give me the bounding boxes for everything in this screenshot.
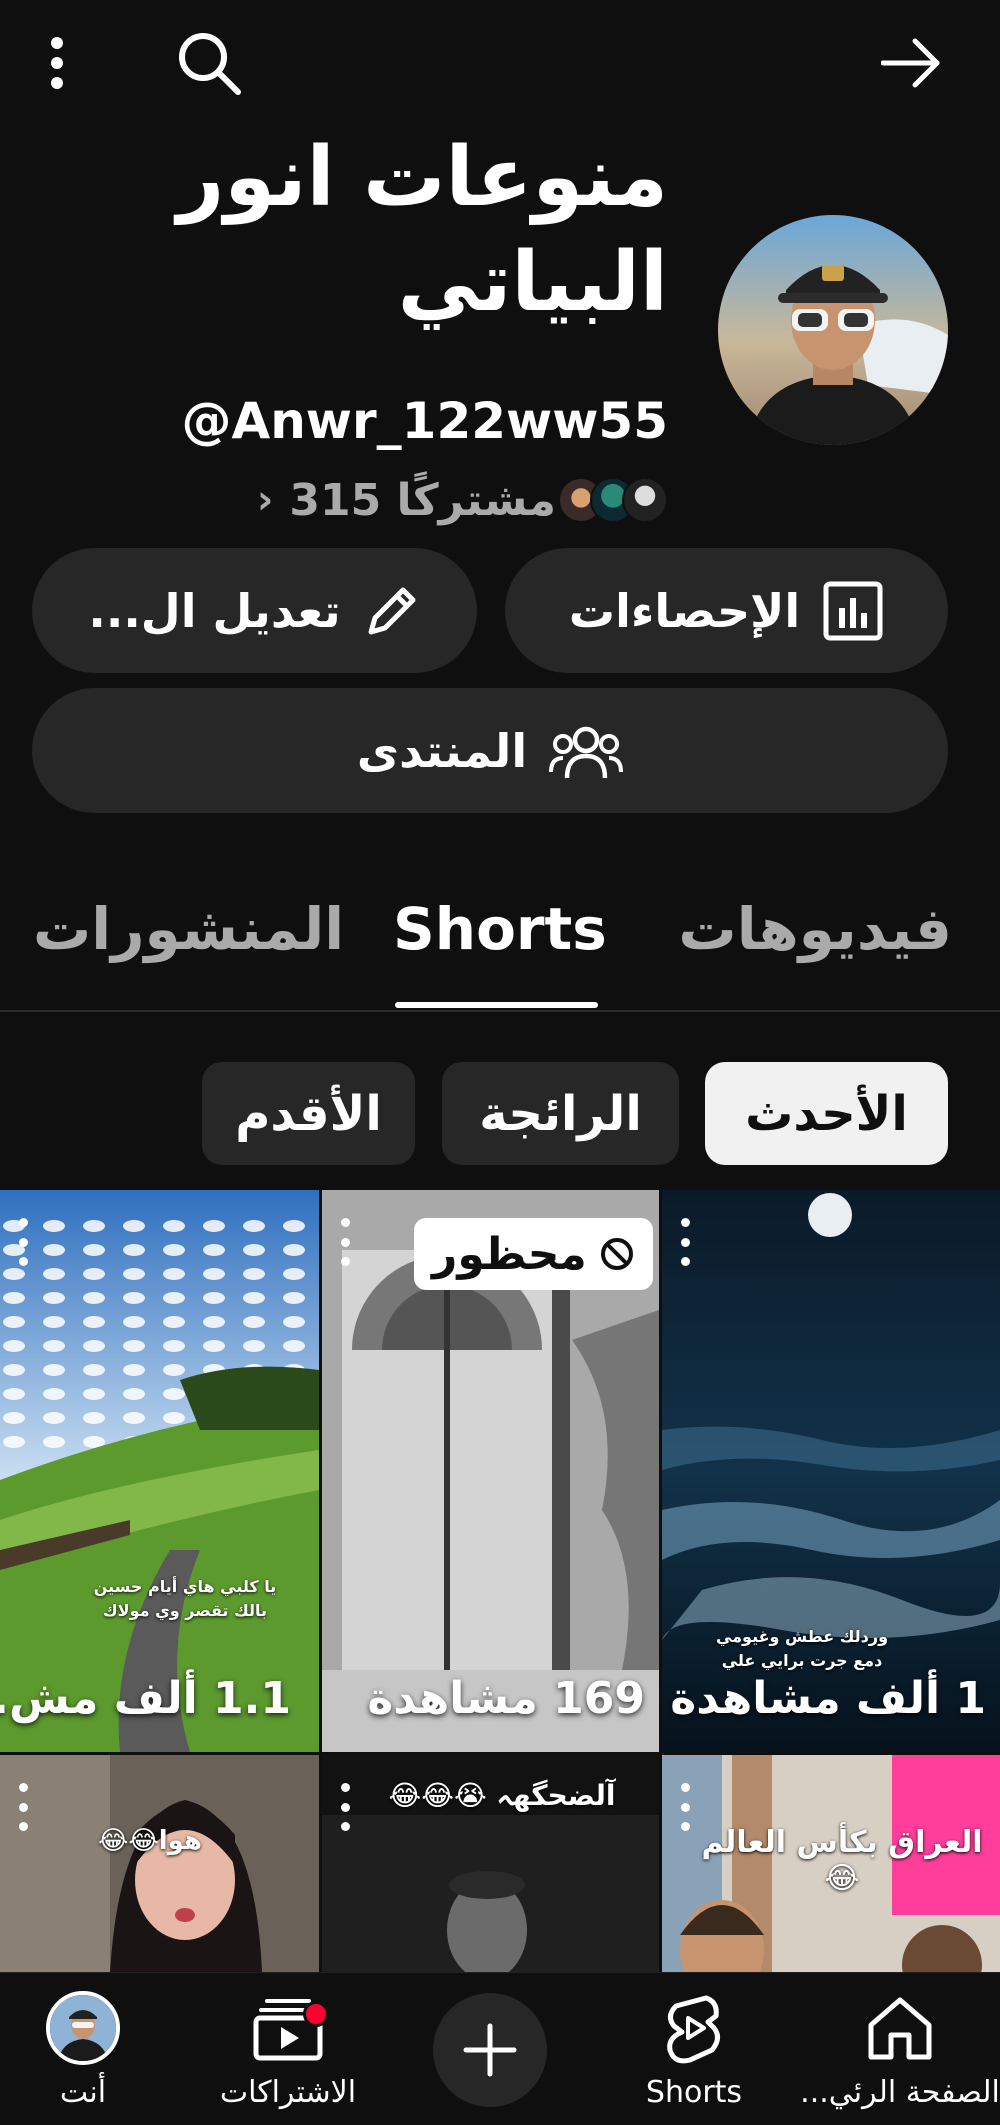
chip-popular[interactable]: الرائجة xyxy=(442,1062,679,1165)
short-more-button[interactable] xyxy=(8,1212,38,1272)
short-caption: آلضحگهہ 😭😂😂 xyxy=(388,1779,616,1812)
subscribers-row[interactable]: 315 مشتركًا › xyxy=(257,470,668,530)
chip-latest[interactable]: الأحدث xyxy=(705,1062,948,1165)
blocked-icon xyxy=(600,1238,633,1270)
nav-shorts[interactable]: Shorts xyxy=(594,1973,794,2125)
short-caption: هوا😂😂 xyxy=(98,1826,202,1856)
search-icon xyxy=(179,33,241,95)
community-button[interactable]: المنتدى xyxy=(32,688,948,813)
subscriber-avatar xyxy=(622,477,668,523)
short-views: 1.1 ألف مش... xyxy=(0,1673,291,1724)
channel-name-line1: منوعات انور xyxy=(177,130,668,225)
short-more-button[interactable] xyxy=(670,1212,700,1272)
channel-avatar[interactable] xyxy=(718,215,948,445)
nav-home[interactable]: الصفحة الرئي... xyxy=(800,1973,1000,2125)
nav-subscriptions[interactable]: الاشتراكات xyxy=(188,1973,388,2125)
tab-shorts[interactable]: Shorts xyxy=(393,895,607,975)
people-icon xyxy=(549,726,624,778)
channel-handle: @Anwr_122ww55 xyxy=(181,392,668,450)
tab-videos[interactable]: فيديوهات xyxy=(678,895,952,975)
chevron-right-icon: › xyxy=(256,477,274,523)
channel-name: منوعات انور البياتي xyxy=(108,125,668,335)
bottom-navigation: الصفحة الرئي... Shorts الاشتراكات أنت xyxy=(0,1972,1000,2125)
more-options-button[interactable] xyxy=(22,28,92,98)
short-caption: وردلك عطش وغيومي دمع جرت برايي علي xyxy=(715,1627,889,1670)
short-tile[interactable]: العراق بكأس العالم 😂 xyxy=(662,1755,1000,1972)
nav-you-label: أنت xyxy=(59,2075,107,2110)
blocked-label: محظور xyxy=(432,1228,587,1280)
avatar-icon xyxy=(46,1991,120,2065)
tab-posts[interactable]: المنشورات xyxy=(33,895,344,975)
more-vert-icon xyxy=(51,37,63,89)
back-button[interactable] xyxy=(876,28,946,98)
home-icon xyxy=(868,1997,932,2060)
community-label: المنتدى xyxy=(356,723,528,778)
edit-label: تعديل ال... xyxy=(88,583,341,638)
arrow-forward-icon xyxy=(881,38,940,88)
channel-name-line2: البياتي xyxy=(397,235,668,330)
nav-you[interactable]: أنت xyxy=(0,1973,183,2125)
subscriber-avatars xyxy=(558,477,668,523)
short-tile[interactable]: وردلك عطش وغيومي دمع جرت برايي علي 1 ألف … xyxy=(662,1190,1000,1752)
analytics-icon xyxy=(823,581,883,640)
pencil-icon xyxy=(368,587,416,634)
short-tile[interactable]: هوا😂😂 xyxy=(0,1755,319,1972)
nav-shorts-label: Shorts xyxy=(645,2075,743,2110)
notification-dot xyxy=(303,2001,329,2027)
short-views: 169 مشاهدة xyxy=(367,1673,645,1724)
subscriber-count: 315 مشتركًا xyxy=(289,474,556,526)
short-more-button[interactable] xyxy=(8,1777,38,1837)
tabs-divider xyxy=(0,1010,1000,1012)
edit-channel-button[interactable]: تعديل ال... xyxy=(32,548,477,673)
search-button[interactable] xyxy=(174,28,244,98)
active-tab-indicator xyxy=(395,1002,598,1008)
short-tile[interactable]: آلضحگهہ 😭😂😂 xyxy=(322,1755,659,1972)
shorts-icon xyxy=(667,1995,720,2064)
blocked-badge: محظور xyxy=(414,1218,653,1290)
chip-oldest[interactable]: الأقدم xyxy=(202,1062,415,1165)
nav-subscriptions-label: الاشتراكات xyxy=(219,2075,357,2110)
short-views: 1 ألف مشاهدة xyxy=(670,1673,986,1724)
analytics-label: الإحصاءات xyxy=(568,583,801,638)
short-caption: العراق بكأس العالم 😂 xyxy=(701,1825,983,1896)
short-more-button[interactable] xyxy=(670,1777,700,1837)
short-more-button[interactable] xyxy=(330,1212,360,1272)
short-more-button[interactable] xyxy=(330,1777,360,1837)
analytics-button[interactable]: الإحصاءات xyxy=(505,548,948,673)
nav-home-label: الصفحة الرئي... xyxy=(800,2075,1000,2110)
short-caption: يا كلبي هاي أيام حسين بالك تقصر وي مولاك xyxy=(93,1577,277,1620)
short-tile[interactable]: محظور 169 مشاهدة xyxy=(322,1190,659,1752)
short-tile[interactable]: يا كلبي هاي أيام حسين بالك تقصر وي مولاك … xyxy=(0,1190,319,1752)
plus-icon xyxy=(463,2023,517,2077)
create-button[interactable] xyxy=(433,1993,547,2107)
